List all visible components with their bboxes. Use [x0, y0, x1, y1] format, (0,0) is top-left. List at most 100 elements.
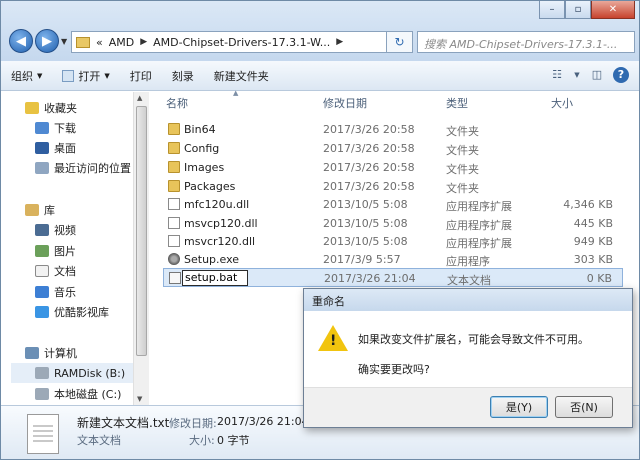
file-name: mfc120u.dll — [184, 198, 250, 211]
file-row[interactable]: Config 2017/3/26 20:58 文件夹 — [163, 139, 623, 158]
nav-ramdisk[interactable]: RAMDisk (B:) — [11, 363, 135, 383]
nav-desktop[interactable]: 桌面 — [35, 138, 76, 158]
file-row[interactable]: msvcr120.dll 2013/10/5 5:08 应用程序扩展 949 KB — [163, 232, 623, 251]
warning-exclamation: ! — [330, 333, 337, 349]
scroll-up-icon[interactable]: ▲ — [137, 94, 142, 102]
document-icon — [35, 265, 49, 277]
text-file-icon — [27, 414, 59, 454]
details-modified-label: 修改日期: — [169, 417, 217, 430]
file-row[interactable]: mfc120u.dll 2013/10/5 5:08 应用程序扩展 4,346 KB — [163, 195, 623, 214]
details-size-label: 大小: — [189, 434, 215, 447]
file-row[interactable]: msvcp120.dll 2013/10/5 5:08 应用程序扩展 445 KB — [163, 214, 623, 233]
nav-label: 计算机 — [44, 347, 77, 360]
folder-icon — [168, 142, 180, 154]
nav-label: 收藏夹 — [44, 102, 77, 115]
minimize-button[interactable]: – — [539, 1, 565, 19]
open-button[interactable]: 打开 ▼ — [62, 68, 110, 84]
file-name: Images — [184, 161, 225, 174]
close-button[interactable]: ✕ — [591, 1, 635, 19]
nav-local-disk[interactable]: 本地磁盘 (C:) — [35, 384, 121, 404]
view-options-icon[interactable]: ☷ — [549, 67, 565, 83]
scroll-thumb[interactable] — [136, 106, 147, 356]
details-size-value: 0 字节 — [217, 434, 250, 447]
dialog-question: 确实要更改吗? — [358, 363, 430, 376]
back-button[interactable]: ◀ — [9, 29, 33, 53]
folder-icon — [168, 180, 180, 192]
refresh-button[interactable]: ↻ — [387, 31, 413, 53]
dialog-message: 如果改变文件扩展名，可能会导致文件不可用。 — [358, 333, 589, 346]
file-row[interactable]: Packages 2017/3/26 20:58 文件夹 — [163, 177, 623, 196]
forward-button[interactable]: ▶ — [35, 29, 59, 53]
library-icon — [25, 204, 39, 216]
scroll-down-icon[interactable]: ▼ — [137, 395, 142, 403]
column-header-name[interactable]: 名称 — [166, 92, 188, 114]
organize-button[interactable]: 组织 ▼ — [11, 68, 42, 84]
explorer-window: – ▫ ✕ ◀ ▶ ▼ « AMD ▶ AMD-Chipset-Drivers-… — [0, 0, 640, 460]
nav-videos[interactable]: 视频 — [35, 220, 76, 240]
file-type: 应用程序扩展 — [446, 237, 512, 250]
file-row-renaming[interactable]: setup.bat 2017/3/26 21:04 文本文档 0 KB — [163, 268, 623, 287]
nav-label: 库 — [44, 204, 55, 217]
nav-music[interactable]: 音乐 — [35, 282, 76, 302]
burn-button[interactable]: 刻录 — [172, 68, 194, 84]
nav-label: 优酷影视库 — [54, 306, 109, 319]
rename-input[interactable]: setup.bat — [182, 270, 248, 286]
nav-label: RAMDisk (B:) — [54, 366, 126, 380]
file-row[interactable]: Setup.exe 2017/3/9 5:57 应用程序 303 KB — [163, 250, 623, 269]
breadcrumb-overflow[interactable]: « — [96, 36, 103, 49]
chevron-down-icon: ▼ — [104, 71, 110, 80]
chevron-right-icon[interactable]: ▶ — [140, 37, 147, 47]
picture-icon — [35, 245, 49, 257]
file-type: 文本文档 — [447, 274, 491, 287]
column-header-size[interactable]: 大小 — [551, 92, 573, 114]
file-type: 文件夹 — [446, 125, 479, 138]
file-date: 2017/3/26 20:58 — [323, 161, 415, 174]
file-size: 4,346 KB — [563, 198, 613, 211]
music-icon — [35, 286, 49, 298]
nav-scrollbar[interactable]: ▲ ▼ — [133, 92, 149, 405]
drive-icon — [35, 367, 49, 379]
breadcrumb-amd[interactable]: AMD — [109, 36, 135, 49]
nav-downloads[interactable]: 下载 — [35, 118, 76, 138]
file-type: 文件夹 — [446, 144, 479, 157]
folder-icon — [168, 123, 180, 135]
nav-recent[interactable]: 最近访问的位置 — [35, 158, 131, 178]
nav-label: 音乐 — [54, 286, 76, 299]
file-name: Config — [184, 142, 220, 155]
file-row[interactable]: Images 2017/3/26 20:58 文件夹 — [163, 158, 623, 177]
file-row[interactable]: Bin64 2017/3/26 20:58 文件夹 — [163, 120, 623, 139]
chevron-down-icon[interactable]: ▼ — [573, 67, 581, 83]
no-button[interactable]: 否(N) — [555, 396, 613, 418]
breadcrumb-current[interactable]: AMD-Chipset-Drivers-17.3.1-W... — [153, 36, 330, 49]
column-header-date[interactable]: 修改日期 — [323, 92, 367, 114]
video-icon — [35, 224, 49, 236]
maximize-button[interactable]: ▫ — [565, 1, 591, 19]
file-name: msvcp120.dll — [184, 217, 258, 230]
file-size: 445 KB — [573, 217, 613, 230]
recent-pages-dropdown-icon[interactable]: ▼ — [61, 37, 67, 46]
column-header-type[interactable]: 类型 — [446, 92, 468, 114]
file-date: 2017/3/26 20:58 — [323, 142, 415, 155]
nav-youku[interactable]: 优酷影视库 — [35, 302, 109, 322]
nav-libraries[interactable]: 库 — [25, 200, 55, 220]
address-bar[interactable]: « AMD ▶ AMD-Chipset-Drivers-17.3.1-W... … — [71, 31, 387, 53]
new-folder-button[interactable]: 新建文件夹 — [214, 68, 269, 84]
caption-buttons: – ▫ ✕ — [539, 1, 635, 19]
nav-documents[interactable]: 文档 — [35, 261, 76, 281]
view-controls: ☷ ▼ ◫ ? — [549, 67, 629, 83]
help-icon[interactable]: ? — [613, 67, 629, 83]
file-date: 2013/10/5 5:08 — [323, 235, 408, 248]
dll-icon — [168, 198, 180, 210]
nav-pictures[interactable]: 图片 — [35, 241, 76, 261]
preview-pane-icon[interactable]: ◫ — [589, 67, 605, 83]
nav-favorites[interactable]: 收藏夹 — [25, 98, 77, 118]
chevron-right-icon[interactable]: ▶ — [336, 37, 343, 47]
nav-computer[interactable]: 计算机 — [25, 343, 77, 363]
folder-icon — [168, 161, 180, 173]
dialog-footer: 是(Y) 否(N) — [304, 387, 632, 427]
video-library-icon — [35, 306, 49, 318]
yes-button[interactable]: 是(Y) — [490, 396, 548, 418]
search-input[interactable]: 搜索 AMD-Chipset-Drivers-17.3.1-... — [417, 31, 635, 53]
print-button[interactable]: 打印 — [130, 68, 152, 84]
nav-label: 最近访问的位置 — [54, 162, 131, 175]
